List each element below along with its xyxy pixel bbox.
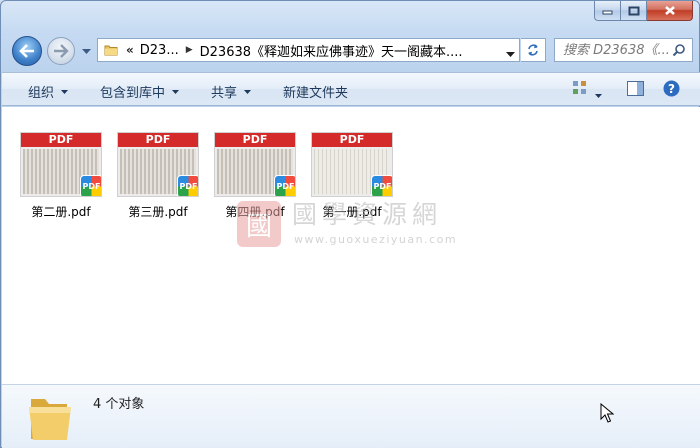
organize-menu[interactable]: 组织 bbox=[28, 82, 69, 101]
breadcrumb-overflow[interactable]: « bbox=[126, 43, 134, 57]
pdf-band: PDF bbox=[312, 133, 392, 147]
refresh-icon bbox=[528, 44, 538, 56]
new-folder-button[interactable]: 新建文件夹 bbox=[283, 82, 348, 101]
back-arrow-icon bbox=[19, 44, 34, 58]
organize-label: 组织 bbox=[28, 86, 55, 101]
file-list[interactable]: PDF PDF 第二册.pdf PDF PDF 第三册.pdf PDF PDF … bbox=[2, 107, 700, 384]
pdf-thumbnail: PDF PDF bbox=[311, 132, 393, 197]
forward-button[interactable] bbox=[47, 37, 75, 65]
pdf-badge-icon: PDF bbox=[274, 175, 295, 196]
refresh-button[interactable] bbox=[521, 38, 546, 62]
pdf-badge-icon: PDF bbox=[371, 175, 392, 196]
command-bar: 组织 包含到库中 共享 新建文件夹 ? bbox=[2, 72, 700, 106]
view-dropdown-button[interactable] bbox=[595, 87, 602, 101]
search-icon[interactable] bbox=[672, 43, 686, 57]
watermark-title: 國學資源網 bbox=[292, 200, 443, 229]
caption-buttons bbox=[594, 1, 693, 21]
pdf-band: PDF bbox=[118, 133, 198, 147]
watermark: 國 國學資源網 www.guoxueziyuan.com bbox=[237, 195, 477, 255]
pdf-thumbnail: PDF PDF bbox=[117, 132, 199, 197]
help-button[interactable]: ? bbox=[663, 80, 680, 100]
share-menu[interactable]: 共享 bbox=[211, 82, 252, 101]
item-count: 4 个对象 bbox=[93, 397, 145, 412]
pdf-badge-icon: PDF bbox=[177, 175, 198, 196]
share-label: 共享 bbox=[211, 86, 238, 101]
view-options-icon bbox=[573, 81, 586, 94]
include-in-library-label: 包含到库中 bbox=[100, 86, 166, 101]
pdf-badge-icon: PDF bbox=[80, 175, 101, 196]
file-name: 第二册.pdf bbox=[31, 205, 91, 219]
new-folder-label: 新建文件夹 bbox=[283, 86, 349, 101]
mouse-cursor-icon bbox=[600, 403, 614, 423]
minimize-button[interactable] bbox=[594, 1, 621, 21]
chevron-down-icon bbox=[172, 89, 180, 94]
pdf-band: PDF bbox=[215, 133, 295, 147]
chevron-down-icon bbox=[61, 89, 69, 94]
recent-pages-button[interactable] bbox=[80, 45, 92, 57]
folder-icon bbox=[100, 39, 122, 61]
search-input[interactable] bbox=[563, 42, 676, 58]
file-item[interactable]: PDF PDF 第二册.pdf bbox=[16, 132, 106, 220]
breadcrumb-separator-icon[interactable]: ▶ bbox=[186, 45, 193, 55]
file-name: 第三册.pdf bbox=[128, 205, 188, 219]
forward-arrow-icon bbox=[54, 44, 69, 58]
preview-pane-button[interactable] bbox=[627, 81, 644, 99]
address-bar[interactable]: « D23... ▶ D23638《释迦如来应佛事迹》天一阁藏本.... bbox=[97, 38, 520, 62]
folder-icon bbox=[29, 399, 71, 440]
explorer-window: « D23... ▶ D23638《释迦如来应佛事迹》天一阁藏本.... 组织 … bbox=[0, 0, 700, 448]
maximize-button[interactable] bbox=[621, 1, 647, 21]
watermark-seal: 國 bbox=[237, 201, 281, 247]
pdf-thumbnail: PDF PDF bbox=[214, 132, 296, 197]
search-box[interactable] bbox=[554, 38, 693, 62]
chevron-down-icon bbox=[244, 89, 252, 94]
chevron-down-icon bbox=[81, 48, 91, 54]
chevron-down-icon bbox=[595, 94, 602, 98]
maximize-icon bbox=[628, 6, 639, 15]
back-button[interactable] bbox=[12, 36, 42, 66]
include-in-library-menu[interactable]: 包含到库中 bbox=[100, 82, 180, 101]
breadcrumb-item-current[interactable]: D23638《释迦如来应佛事迹》天一阁藏本.... bbox=[200, 41, 463, 60]
svg-text:?: ? bbox=[668, 82, 675, 96]
breadcrumb-item-parent[interactable]: D23... bbox=[140, 43, 179, 58]
pdf-thumbnail: PDF PDF bbox=[20, 132, 102, 197]
watermark-url: www.guoxueziyuan.com bbox=[294, 233, 458, 246]
chevron-down-icon bbox=[506, 52, 515, 57]
address-dropdown-button[interactable] bbox=[506, 46, 515, 60]
close-button[interactable] bbox=[647, 1, 693, 21]
details-pane: 4 个对象 bbox=[2, 384, 700, 448]
help-icon: ? bbox=[663, 80, 680, 97]
pdf-band: PDF bbox=[21, 133, 101, 147]
change-view-button[interactable] bbox=[572, 80, 588, 96]
close-icon bbox=[664, 6, 675, 15]
preview-pane-icon bbox=[627, 81, 644, 96]
file-item[interactable]: PDF PDF 第三册.pdf bbox=[113, 132, 203, 220]
minimize-icon bbox=[602, 10, 613, 14]
